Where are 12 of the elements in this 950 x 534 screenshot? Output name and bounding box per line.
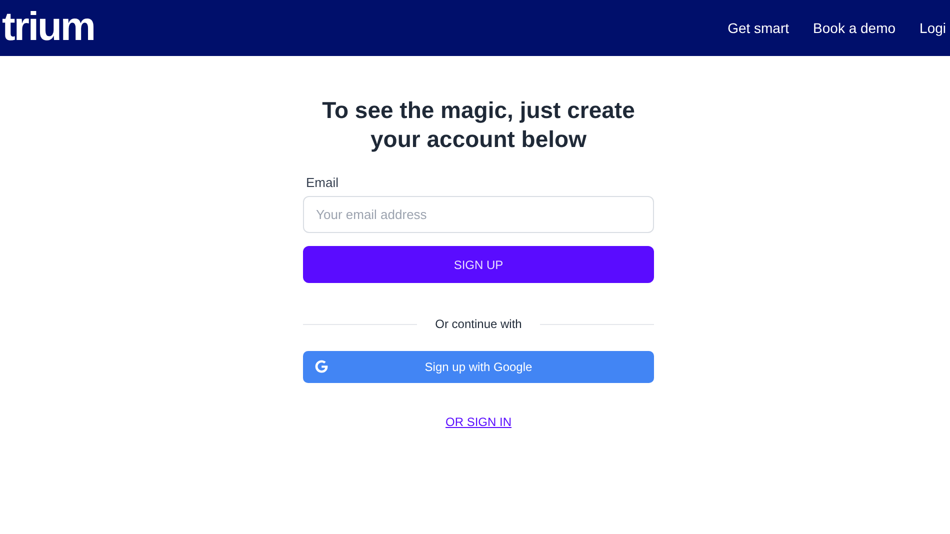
email-label: Email	[306, 175, 340, 190]
divider-text: Or continue with	[435, 317, 522, 331]
email-field[interactable]: Your email address	[303, 196, 654, 233]
page-heading: To see the magic, just create your account below	[321, 96, 636, 154]
sign-in-link[interactable]: OR SIGN IN	[445, 415, 512, 429]
nav-link[interactable]: Get smart	[728, 20, 790, 36]
google-sign-up-button[interactable]: Sign up with Google	[303, 351, 654, 383]
sign-up-button[interactable]: SIGN UP	[303, 246, 654, 283]
logo: trium	[2, 4, 94, 50]
g-icon	[315, 360, 328, 373]
nav-link[interactable]: Logi	[920, 20, 946, 36]
nav-link[interactable]: Book a demo	[813, 20, 896, 36]
